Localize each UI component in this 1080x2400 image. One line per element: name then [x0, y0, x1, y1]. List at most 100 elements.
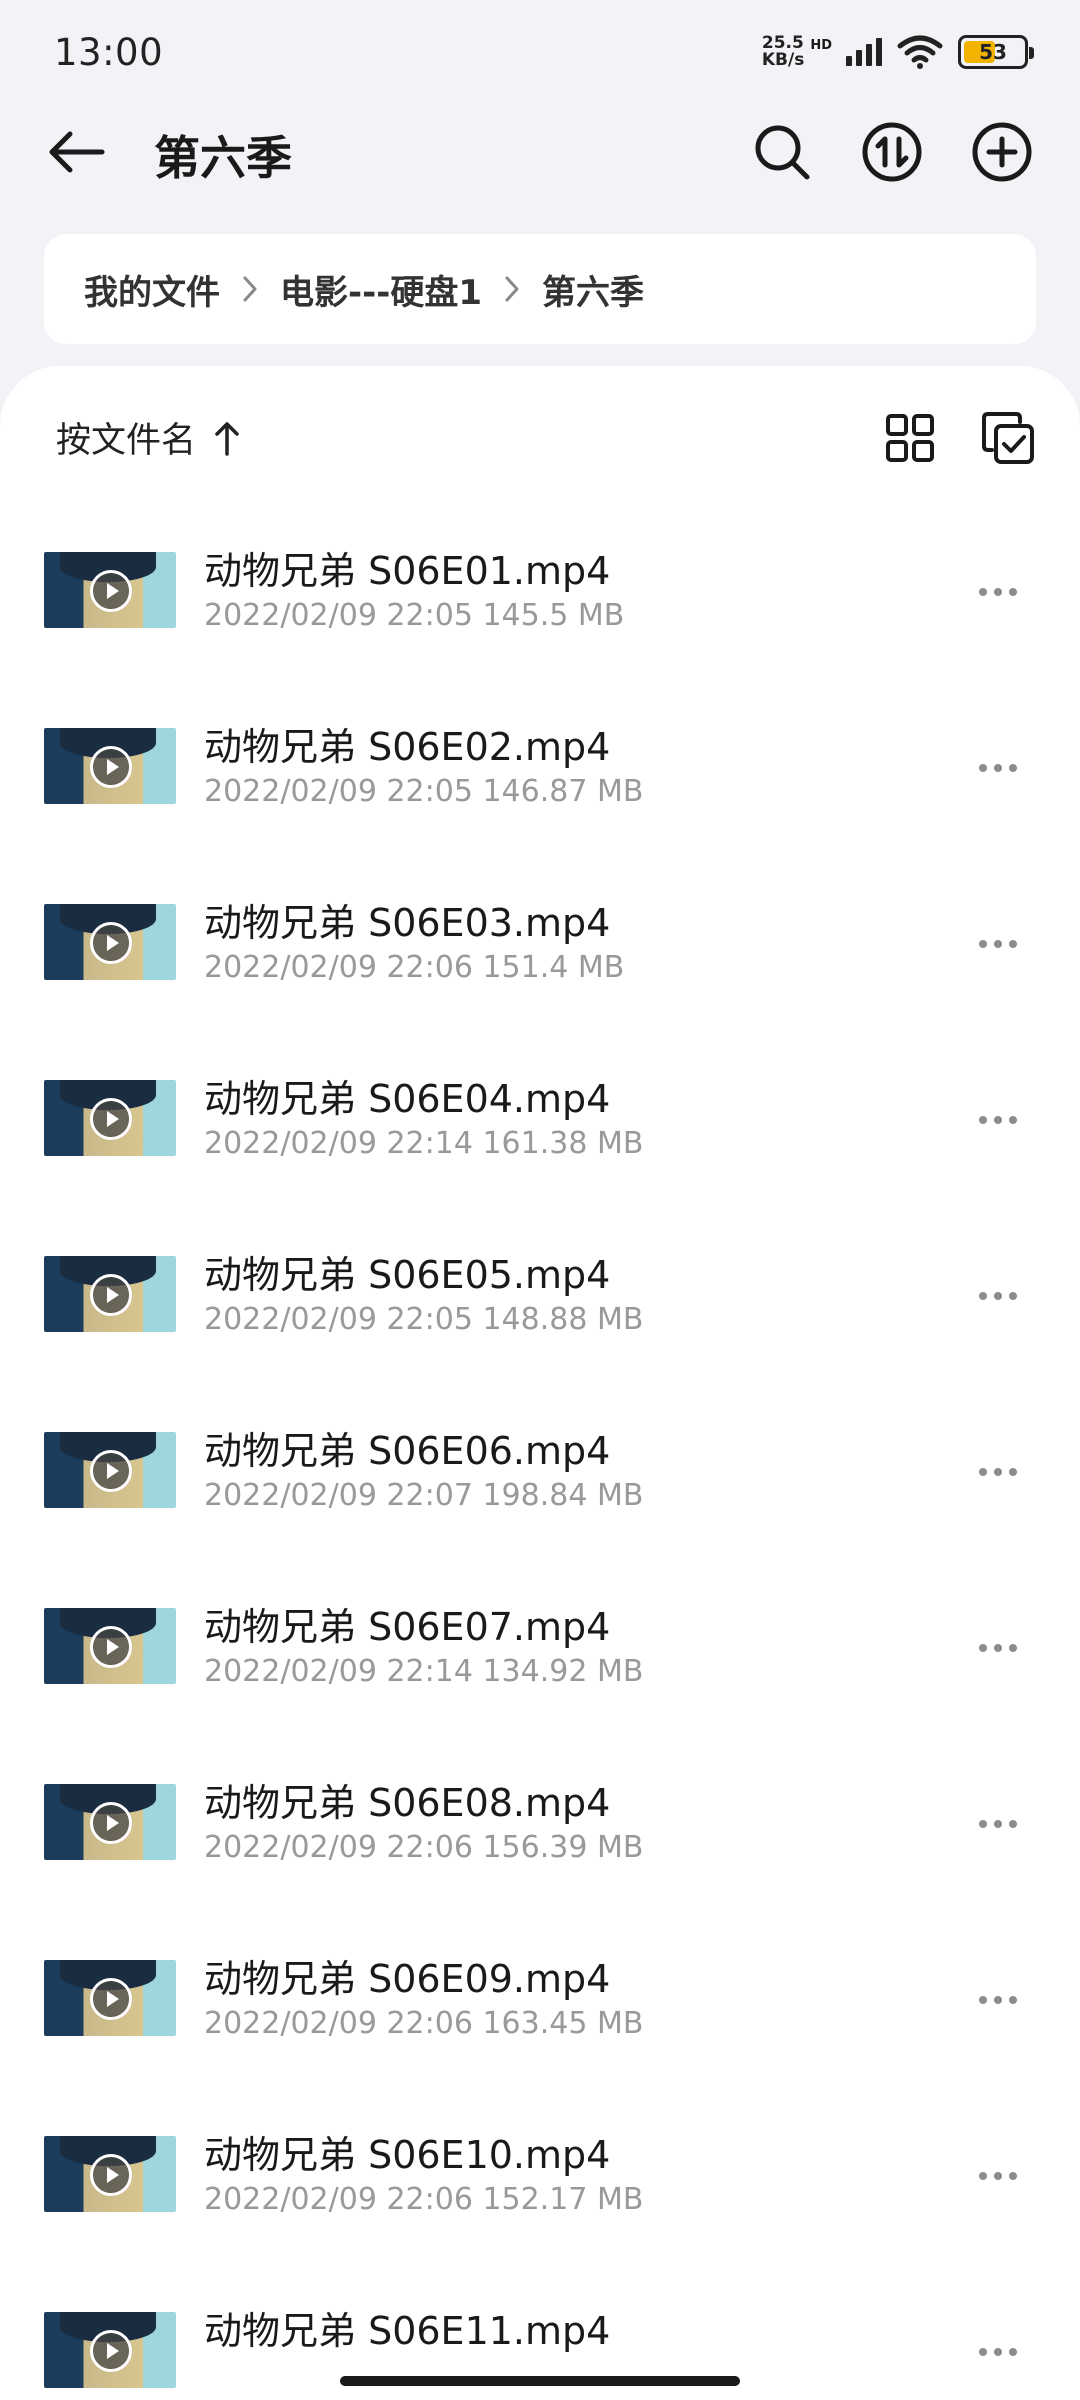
more-dot: [994, 2172, 1002, 2180]
more-dot: [1009, 1292, 1017, 1300]
file-name: 动物兄弟 S06E05.mp4: [204, 1253, 611, 1297]
play-icon: [90, 922, 132, 964]
more-dot: [979, 1644, 987, 1652]
add-button[interactable]: [970, 120, 1034, 184]
multi-select-button[interactable]: [976, 406, 1040, 470]
play-icon: [90, 2330, 132, 2372]
battery-level: 53: [979, 40, 1007, 64]
network-speed-unit: KB/s: [761, 50, 805, 70]
more-dot: [1009, 1996, 1017, 2004]
more-dot: [1009, 940, 1017, 948]
more-options-button[interactable]: [968, 1090, 1028, 1150]
file-row[interactable]: 动物兄弟 S06E10.mp4 2022/02/09 22:06 152.17 M…: [0, 2100, 1080, 2276]
file-row[interactable]: 动物兄弟 S06E01.mp4 2022/02/09 22:05 145.5 MB: [0, 516, 1080, 692]
file-meta: 2022/02/09 22:05 148.88 MB: [204, 1302, 644, 1337]
more-options-button[interactable]: [968, 562, 1028, 622]
arrow-up-icon: [215, 421, 239, 456]
grid-view-button[interactable]: [878, 406, 942, 470]
file-name: 动物兄弟 S06E02.mp4: [204, 725, 611, 769]
more-options-button[interactable]: [968, 2146, 1028, 2206]
more-options-button[interactable]: [968, 914, 1028, 974]
more-dot: [979, 764, 987, 772]
play-icon: [90, 1978, 132, 2020]
grid-view-icon: [886, 414, 934, 462]
more-dot: [979, 1292, 987, 1300]
breadcrumb: 我的文件 电影---硬盘1 第六季: [44, 234, 1036, 344]
more-dot: [994, 1644, 1002, 1652]
file-meta: 2022/02/09 22:05 145.5 MB: [204, 598, 625, 633]
file-name: 动物兄弟 S06E10.mp4: [204, 2133, 611, 2177]
play-icon: [90, 1802, 132, 1844]
video-thumbnail: [44, 1608, 176, 1684]
video-thumbnail: [44, 1960, 176, 2036]
more-options-button[interactable]: [968, 1266, 1028, 1326]
multi-select-icon: [982, 412, 1034, 464]
more-dot: [1009, 2172, 1017, 2180]
hd-badge: HD: [810, 38, 832, 53]
home-indicator[interactable]: [340, 2376, 740, 2386]
file-name: 动物兄弟 S06E01.mp4: [204, 549, 611, 593]
search-icon: [755, 125, 810, 180]
sort-label: 按文件名: [56, 421, 197, 461]
status-bar: 13:00 25.5 KB/s HD 53: [0, 0, 1080, 104]
play-icon: [90, 746, 132, 788]
more-options-button[interactable]: [968, 738, 1028, 798]
sort-by-name-button[interactable]: 按文件名: [56, 412, 240, 463]
transfer-button[interactable]: [860, 120, 924, 184]
transfer-icon: [862, 122, 922, 182]
file-row[interactable]: 动物兄弟 S06E04.mp4 2022/02/09 22:14 161.38 M…: [0, 1044, 1080, 1220]
play-icon: [90, 2154, 132, 2196]
play-icon: [90, 1450, 132, 1492]
breadcrumb-item-my-files[interactable]: 我的文件: [84, 265, 220, 314]
file-row[interactable]: 动物兄弟 S06E09.mp4 2022/02/09 22:06 163.45 M…: [0, 1924, 1080, 2100]
video-thumbnail: [44, 904, 176, 980]
back-button[interactable]: [44, 120, 108, 184]
more-options-button[interactable]: [968, 1794, 1028, 1854]
search-button[interactable]: [750, 120, 814, 184]
more-dot: [994, 2348, 1002, 2356]
file-row[interactable]: 动物兄弟 S06E08.mp4 2022/02/09 22:06 156.39 M…: [0, 1748, 1080, 1924]
more-dot: [979, 1996, 987, 2004]
more-dot: [994, 1820, 1002, 1828]
file-row[interactable]: 动物兄弟 S06E03.mp4 2022/02/09 22:06 151.4 MB: [0, 868, 1080, 1044]
more-options-button[interactable]: [968, 1442, 1028, 1502]
breadcrumb-item-current[interactable]: 第六季: [542, 265, 644, 314]
network-speed: 25.5 KB/s: [762, 35, 804, 69]
file-name: 动物兄弟 S06E03.mp4: [204, 901, 611, 945]
more-options-button[interactable]: [968, 1970, 1028, 2030]
battery-icon: 53: [958, 35, 1034, 69]
more-dot: [979, 1116, 987, 1124]
more-options-button[interactable]: [968, 2322, 1028, 2382]
more-dot: [994, 940, 1002, 948]
more-dot: [1009, 1820, 1017, 1828]
video-thumbnail: [44, 728, 176, 804]
file-name: 动物兄弟 S06E04.mp4: [204, 1077, 611, 1121]
more-dot: [1009, 764, 1017, 772]
file-meta: 2022/02/09 22:06 151.4 MB: [204, 950, 625, 985]
file-meta: 2022/02/09 22:06 152.17 MB: [204, 2182, 644, 2217]
more-dot: [979, 2172, 987, 2180]
signal-icon: [846, 38, 882, 66]
file-row[interactable]: 动物兄弟 S06E06.mp4 2022/02/09 22:07 198.84 M…: [0, 1396, 1080, 1572]
more-dot: [1009, 588, 1017, 596]
file-row[interactable]: 动物兄弟 S06E07.mp4 2022/02/09 22:14 134.92 M…: [0, 1572, 1080, 1748]
app-header: 第六季: [0, 104, 1080, 200]
file-meta: 2022/02/09 22:07 198.84 MB: [204, 1478, 644, 1513]
more-dot: [1009, 2348, 1017, 2356]
file-name: 动物兄弟 S06E08.mp4: [204, 1781, 611, 1825]
file-name: 动物兄弟 S06E07.mp4: [204, 1605, 611, 1649]
file-row[interactable]: 动物兄弟 S06E02.mp4 2022/02/09 22:05 146.87 M…: [0, 692, 1080, 868]
more-dot: [979, 940, 987, 948]
breadcrumb-item-movies[interactable]: 电影---硬盘1: [280, 265, 482, 314]
file-name: 动物兄弟 S06E09.mp4: [204, 1957, 611, 2001]
video-thumbnail: [44, 2136, 176, 2212]
chevron-right-icon: [504, 275, 520, 303]
video-thumbnail: [44, 2312, 176, 2388]
more-options-button[interactable]: [968, 1618, 1028, 1678]
sort-bar: 按文件名: [0, 366, 1080, 516]
file-meta: 2022/02/09 22:14 134.92 MB: [204, 1654, 644, 1689]
file-row[interactable]: 动物兄弟 S06E05.mp4 2022/02/09 22:05 148.88 M…: [0, 1220, 1080, 1396]
video-thumbnail: [44, 552, 176, 628]
more-dot: [994, 1468, 1002, 1476]
more-dot: [1009, 1468, 1017, 1476]
